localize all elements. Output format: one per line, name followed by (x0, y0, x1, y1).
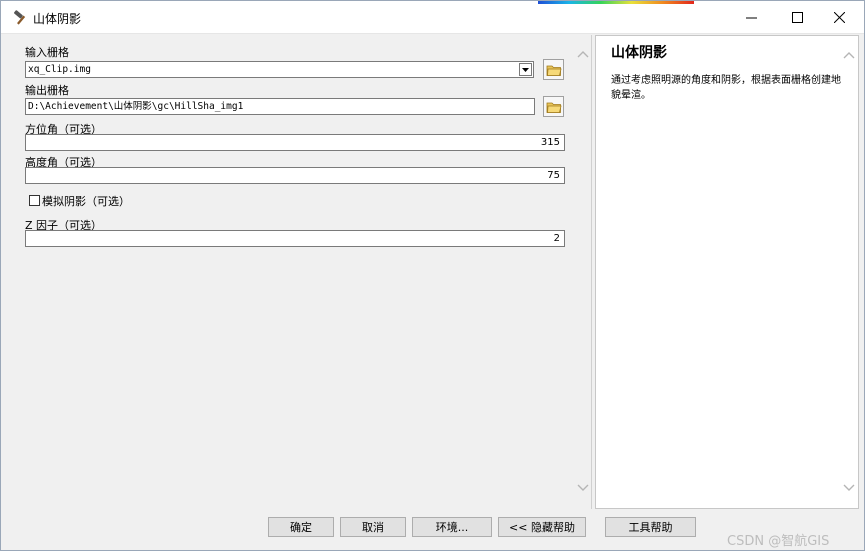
dropdown-arrow-icon[interactable] (519, 63, 532, 76)
window-title: 山体阴影 (33, 12, 82, 26)
input-raster-value: xq_Clip.img (28, 64, 91, 75)
open-folder-icon (546, 102, 562, 113)
azimuth-input[interactable]: 315 (25, 134, 565, 151)
open-folder-icon (546, 65, 562, 76)
maximize-button[interactable] (774, 1, 820, 34)
minimize-button[interactable] (728, 1, 774, 34)
input-raster-browse-button[interactable] (543, 59, 564, 80)
model-shadows-label[interactable]: 模拟阴影（可选） (42, 193, 130, 209)
z-factor-input[interactable]: 2 (25, 230, 565, 247)
ok-button[interactable]: 确定 (268, 517, 334, 537)
input-raster-label: 输入栅格 (25, 46, 69, 59)
altitude-input[interactable]: 75 (25, 167, 565, 184)
parameters-pane: 输入栅格 xq_Clip.img 输出栅格 D:\Achievement\山体阴… (8, 35, 592, 509)
cancel-button[interactable]: 取消 (340, 517, 406, 537)
tool-help-button[interactable]: 工具帮助 (605, 517, 696, 537)
scroll-down-icon[interactable] (577, 483, 589, 493)
minimize-icon (745, 17, 757, 19)
environments-button[interactable]: 环境... (412, 517, 492, 537)
title-bar[interactable]: 山体阴影 (1, 1, 864, 34)
help-title: 山体阴影 (611, 45, 667, 61)
output-raster-label: 输出栅格 (25, 84, 69, 97)
close-button[interactable] (816, 1, 862, 34)
output-raster-input[interactable]: D:\Achievement\山体阴影\gc\HillSha_img1 (25, 98, 535, 115)
help-scroll-up-icon[interactable] (843, 50, 855, 60)
maximize-icon (791, 12, 803, 23)
close-icon (833, 12, 845, 23)
input-raster-combobox[interactable]: xq_Clip.img (25, 61, 534, 78)
hide-help-button[interactable]: << 隐藏帮助 (498, 517, 586, 537)
watermark: CSDN @智航GIS (727, 534, 830, 549)
help-scroll-down-icon[interactable] (843, 483, 855, 493)
scroll-up-icon[interactable] (577, 49, 589, 59)
accent-color-strip (538, 1, 694, 4)
help-description: 通过考虑照明源的角度和阴影，根据表面栅格创建地貌晕渲。 (611, 75, 841, 101)
output-raster-browse-button[interactable] (543, 96, 564, 117)
hammer-icon (13, 10, 29, 26)
model-shadows-checkbox[interactable] (29, 195, 40, 206)
tool-dialog-window: 山体阴影 输入栅格 xq_Clip.img 输出栅格 D:\Achievemen… (0, 0, 865, 551)
help-pane: 山体阴影 通过考虑照明源的角度和阴影，根据表面栅格创建地貌晕渲。 (595, 35, 859, 509)
